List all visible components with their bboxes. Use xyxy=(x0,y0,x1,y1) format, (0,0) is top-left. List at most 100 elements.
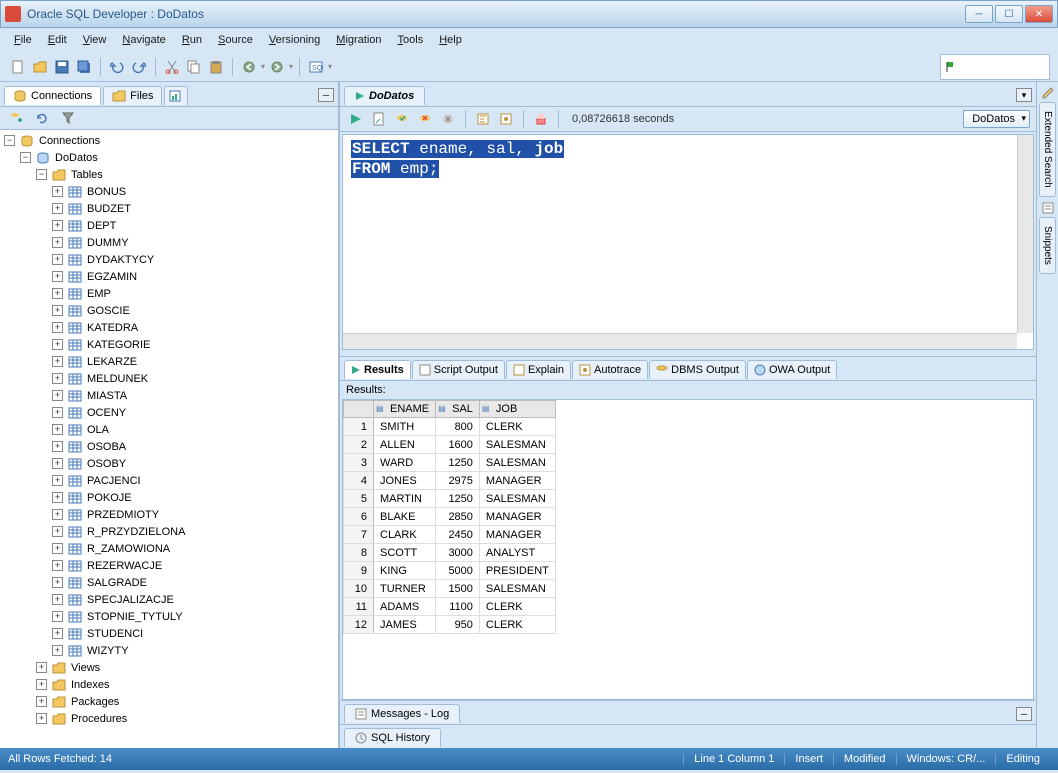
search-box[interactable] xyxy=(940,54,1050,80)
undo-icon[interactable] xyxy=(107,57,127,77)
new-icon[interactable] xyxy=(8,57,28,77)
tree-table-studenci[interactable]: + STUDENCI xyxy=(0,625,338,642)
explain-icon[interactable] xyxy=(473,109,493,129)
tree-table-dummy[interactable]: + DUMMY xyxy=(0,234,338,251)
expander-icon[interactable]: + xyxy=(52,390,63,401)
tree-table-r_zamowiona[interactable]: + R_ZAMOWIONA xyxy=(0,540,338,557)
editor-tabs-dropdown[interactable]: ▾ xyxy=(1016,88,1032,102)
tree-table-przedmioty[interactable]: + PRZEDMIOTY xyxy=(0,506,338,523)
expander-icon[interactable]: + xyxy=(52,322,63,333)
tree-table-bonus[interactable]: + BONUS xyxy=(0,183,338,200)
expander-icon[interactable]: + xyxy=(52,254,63,265)
menu-versioning[interactable]: Versioning xyxy=(263,31,326,49)
expander-icon[interactable]: + xyxy=(36,662,47,673)
tree-table-miasta[interactable]: + MIASTA xyxy=(0,387,338,404)
expander-icon[interactable]: + xyxy=(52,203,63,214)
tree-tables-folder[interactable]: − Tables xyxy=(0,166,338,183)
expander-icon[interactable]: + xyxy=(36,696,47,707)
table-row[interactable]: 7 CLARK 2450 MANAGER xyxy=(344,526,556,544)
results-tab-script-output[interactable]: Script Output xyxy=(412,360,505,379)
save-icon[interactable] xyxy=(52,57,72,77)
paste-icon[interactable] xyxy=(206,57,226,77)
table-row[interactable]: 1 SMITH 800 CLERK xyxy=(344,418,556,436)
tree-table-budzet[interactable]: + BUDZET xyxy=(0,200,338,217)
tree-table-dept[interactable]: + DEPT xyxy=(0,217,338,234)
execute-icon[interactable] xyxy=(346,109,366,129)
messages-log-tab[interactable]: Messages - Log xyxy=(344,704,460,723)
tree-table-specjalizacje[interactable]: + SPECJALIZACJE xyxy=(0,591,338,608)
col-ename-header[interactable]: ▤ENAME xyxy=(374,401,436,418)
maximize-button[interactable]: ☐ xyxy=(995,5,1023,23)
expander-icon[interactable]: + xyxy=(52,441,63,452)
tree-table-ola[interactable]: + OLA xyxy=(0,421,338,438)
tree-table-kategorie[interactable]: + KATEGORIE xyxy=(0,336,338,353)
tree-table-rezerwacje[interactable]: + REZERWACJE xyxy=(0,557,338,574)
col-sal-header[interactable]: ▤SAL xyxy=(436,401,480,418)
expander-icon[interactable]: + xyxy=(52,543,63,554)
tree-table-salgrade[interactable]: + SALGRADE xyxy=(0,574,338,591)
files-tab[interactable]: Files xyxy=(103,86,162,105)
sql-history-tab[interactable]: SQL History xyxy=(344,728,441,747)
results-tab-dbms-output[interactable]: DBMS Output xyxy=(649,360,746,379)
expander-icon[interactable]: + xyxy=(52,628,63,639)
expander-icon[interactable]: + xyxy=(52,407,63,418)
results-tab-autotrace[interactable]: Autotrace xyxy=(572,360,648,379)
close-button[interactable]: ✕ xyxy=(1025,5,1053,23)
results-tab-explain[interactable]: Explain xyxy=(506,360,571,379)
commit-icon[interactable] xyxy=(392,109,412,129)
expander-icon[interactable]: − xyxy=(36,169,47,180)
expander-icon[interactable]: − xyxy=(4,135,15,146)
tree-folder-views[interactable]: + Views xyxy=(0,659,338,676)
expander-icon[interactable]: + xyxy=(52,237,63,248)
tree-table-dydaktycy[interactable]: + DYDAKTYCY xyxy=(0,251,338,268)
tree-table-pokoje[interactable]: + POKOJE xyxy=(0,489,338,506)
table-row[interactable]: 12 JAMES 950 CLERK xyxy=(344,616,556,634)
results-tab-owa-output[interactable]: OWA Output xyxy=(747,360,837,379)
table-row[interactable]: 6 BLAKE 2850 MANAGER xyxy=(344,508,556,526)
pencil-icon[interactable] xyxy=(1041,86,1055,98)
expander-icon[interactable]: + xyxy=(52,220,63,231)
menu-tools[interactable]: Tools xyxy=(392,31,430,49)
expander-icon[interactable]: + xyxy=(52,339,63,350)
expander-icon[interactable]: + xyxy=(52,645,63,656)
cancel-icon[interactable] xyxy=(438,109,458,129)
menu-navigate[interactable]: Navigate xyxy=(116,31,171,49)
table-row[interactable]: 9 KING 5000 PRESIDENT xyxy=(344,562,556,580)
expander-icon[interactable]: + xyxy=(52,186,63,197)
tree-folder-procedures[interactable]: + Procedures xyxy=(0,710,338,727)
editor-tab-dodatos[interactable]: DoDatos xyxy=(344,86,425,105)
results-tab-results[interactable]: Results xyxy=(344,360,411,379)
tree-table-osoba[interactable]: + OSOBA xyxy=(0,438,338,455)
forward-icon[interactable] xyxy=(267,57,287,77)
expander-icon[interactable]: + xyxy=(52,305,63,316)
sql-editor[interactable]: SELECT ename, sal, job FROM emp; xyxy=(342,134,1034,350)
editor-scrollbar-h[interactable] xyxy=(343,333,1017,349)
tree-folder-packages[interactable]: + Packages xyxy=(0,693,338,710)
tree-table-emp[interactable]: + EMP xyxy=(0,285,338,302)
snippets-tab[interactable]: Snippets xyxy=(1039,217,1056,274)
minimize-button[interactable]: ─ xyxy=(965,5,993,23)
back-icon[interactable] xyxy=(239,57,259,77)
table-row[interactable]: 8 SCOTT 3000 ANALYST xyxy=(344,544,556,562)
expander-icon[interactable]: + xyxy=(52,424,63,435)
menu-help[interactable]: Help xyxy=(433,31,468,49)
sql-worksheet-icon[interactable]: SQL xyxy=(306,57,326,77)
table-row[interactable]: 10 TURNER 1500 SALESMAN xyxy=(344,580,556,598)
expander-icon[interactable]: + xyxy=(52,611,63,622)
refresh-icon[interactable] xyxy=(32,108,52,128)
results-grid[interactable]: ▤ENAME ▤SAL ▤JOB 1 SMITH 800 CLERK2 ALLE… xyxy=(342,399,1034,700)
open-icon[interactable] xyxy=(30,57,50,77)
expander-icon[interactable]: + xyxy=(52,373,63,384)
filter-icon[interactable] xyxy=(58,108,78,128)
tree-folder-indexes[interactable]: + Indexes xyxy=(0,676,338,693)
snippets-icon[interactable] xyxy=(1041,201,1055,213)
tree-connections-root[interactable]: − Connections xyxy=(0,132,338,149)
expander-icon[interactable]: + xyxy=(52,560,63,571)
table-row[interactable]: 5 MARTIN 1250 SALESMAN xyxy=(344,490,556,508)
expander-icon[interactable]: + xyxy=(52,577,63,588)
expander-icon[interactable]: + xyxy=(52,458,63,469)
tree-table-pacjenci[interactable]: + PACJENCI xyxy=(0,472,338,489)
tree-table-goscie[interactable]: + GOSCIE xyxy=(0,302,338,319)
tree-table-egzamin[interactable]: + EGZAMIN xyxy=(0,268,338,285)
connection-dropdown[interactable]: DoDatos xyxy=(963,110,1030,128)
